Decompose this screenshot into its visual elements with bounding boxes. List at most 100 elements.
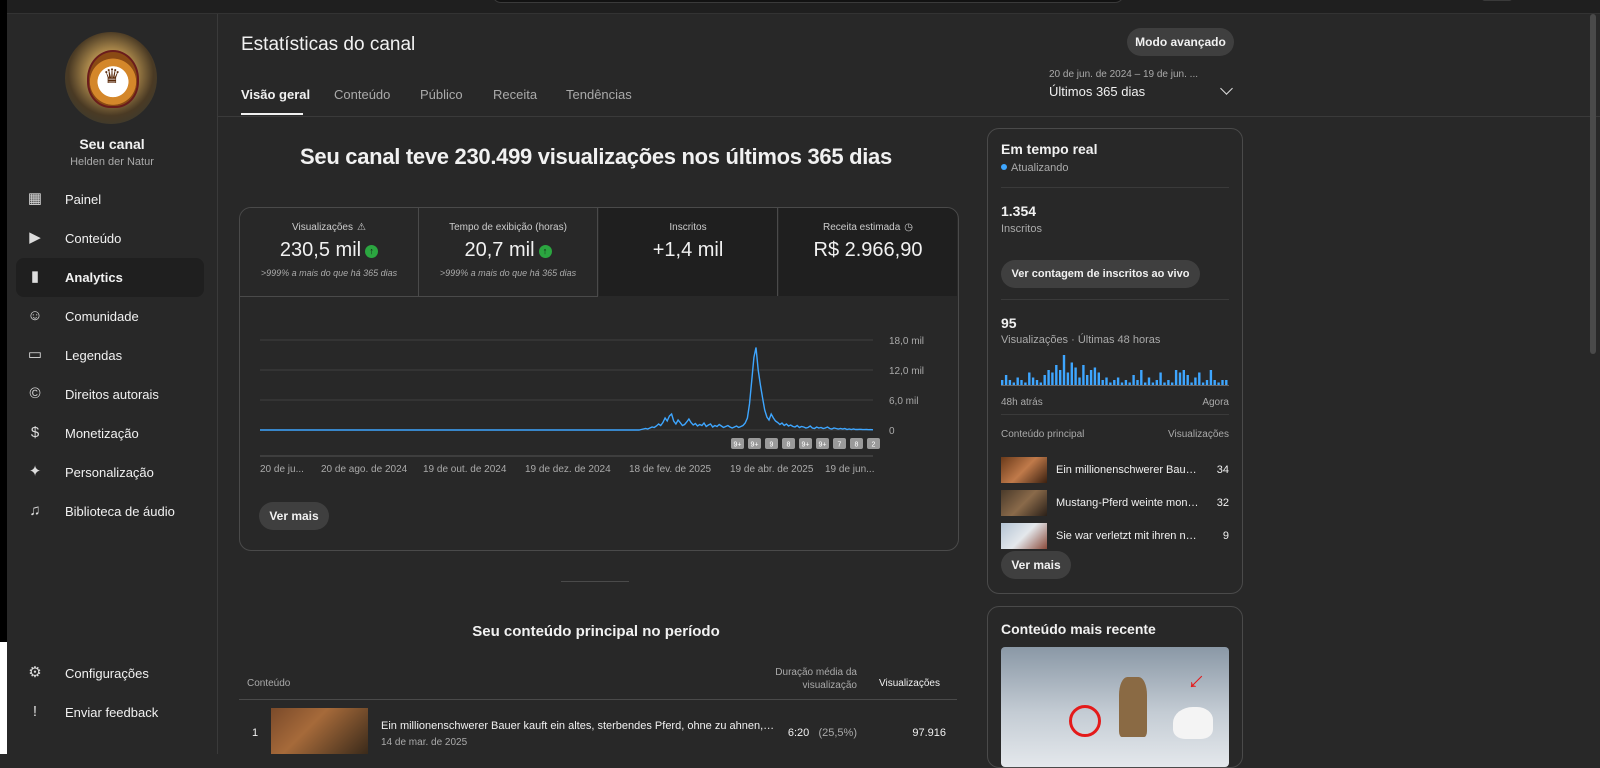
live-dot-icon bbox=[1001, 164, 1007, 170]
video-marker-label: 8 bbox=[855, 442, 859, 449]
tab-overview[interactable]: Visão geral bbox=[241, 87, 310, 102]
metric-revenue[interactable]: Receita estimada ◷ R$ 2.966,90 bbox=[779, 208, 957, 296]
search-bar[interactable] bbox=[492, 0, 1124, 3]
metric-subscribers[interactable]: Inscritos +1,4 mil bbox=[599, 208, 778, 296]
video-title: Ein millionenschwerer Bauer... bbox=[1056, 464, 1201, 476]
views-line-chart[interactable]: 18,0 mil 12,0 mil 6,0 mil 0 9+ 9+ 9 8 9+ 9+ 7 8 2 20 … bbox=[240, 296, 958, 486]
realtime-bar bbox=[1198, 372, 1201, 385]
realtime-bar-chart[interactable] bbox=[1001, 351, 1229, 387]
sidebar-item-label: Enviar feedback bbox=[65, 705, 159, 720]
sidebar-item-audio-library[interactable]: ♫ Biblioteca de áudio bbox=[16, 492, 204, 531]
realtime-views-label: Visualizações · Últimas 48 horas bbox=[1001, 334, 1161, 346]
realtime-bar bbox=[1020, 380, 1023, 385]
section-divider bbox=[561, 581, 629, 582]
recent-video-thumbnail[interactable]: ↓ bbox=[1001, 647, 1229, 767]
sidebar-item-label: Comunidade bbox=[65, 309, 139, 324]
live-subscriber-count-button[interactable]: Ver contagem de inscritos ao vivo bbox=[1001, 260, 1200, 288]
metric-title: Inscritos bbox=[669, 222, 707, 233]
realtime-status: Atualizando bbox=[1011, 162, 1069, 174]
realtime-bar bbox=[1225, 380, 1228, 385]
top-content-label: Conteúdo principal bbox=[1001, 429, 1085, 440]
realtime-bar bbox=[1070, 362, 1073, 385]
x-tick-label: 19 de abr. de 2025 bbox=[730, 464, 814, 475]
thumbnail-wolf bbox=[1173, 707, 1213, 739]
y-tick-label: 12,0 mil bbox=[889, 366, 924, 377]
table-row[interactable]: 1 Ein millionenschwerer Bauer kauft ein … bbox=[239, 706, 957, 754]
tab-trends[interactable]: Tendências bbox=[566, 87, 632, 102]
top-right-control[interactable] bbox=[1482, 0, 1512, 1]
sidebar-item-content[interactable]: ▶ Conteúdo bbox=[16, 219, 204, 258]
metric-watch-time[interactable]: Tempo de exibição (horas) 20,7 mil ↑ >999… bbox=[419, 208, 598, 297]
content-icon: ▶ bbox=[29, 229, 41, 246]
sidebar-item-label: Legendas bbox=[65, 348, 123, 363]
sidebar-item-label: Painel bbox=[65, 192, 102, 207]
copyright-icon: © bbox=[29, 385, 41, 402]
list-item[interactable]: Ein millionenschwerer Bauer... 34 bbox=[1001, 457, 1229, 483]
sidebar-item-magic-wand[interactable]: ✦ Personalização bbox=[16, 453, 204, 492]
sidebar-item-community[interactable]: ☺ Comunidade bbox=[16, 297, 204, 336]
realtime-bar bbox=[1031, 377, 1035, 385]
y-tick-label: 0 bbox=[889, 426, 895, 437]
sidebar-item-feedback[interactable]: ! Enviar feedback bbox=[16, 693, 204, 732]
col-duration[interactable]: Duração média da visualização bbox=[759, 666, 857, 692]
sidebar-item-copyright[interactable]: © Direitos autorais bbox=[16, 375, 204, 414]
realtime-bar bbox=[1043, 375, 1046, 385]
tab-audience[interactable]: Público bbox=[420, 87, 463, 102]
clock-icon: ◷ bbox=[904, 222, 913, 233]
advanced-mode-button[interactable]: Modo avançado bbox=[1127, 28, 1234, 56]
realtime-bar bbox=[1116, 377, 1120, 385]
see-more-button[interactable]: Ver mais bbox=[259, 502, 329, 530]
realtime-subs-label: Inscritos bbox=[1001, 223, 1042, 235]
y-tick-label: 6,0 mil bbox=[889, 396, 918, 407]
edge-panel bbox=[0, 642, 7, 754]
realtime-bar bbox=[1059, 370, 1062, 385]
tab-revenue[interactable]: Receita bbox=[493, 87, 537, 102]
channel-avatar[interactable] bbox=[65, 32, 157, 124]
video-thumbnail bbox=[1001, 523, 1047, 549]
dashboard-icon: ▦ bbox=[27, 190, 43, 207]
x-tick-label: 20 de ju... bbox=[260, 464, 304, 475]
realtime-bar bbox=[1147, 377, 1151, 385]
active-tab-indicator bbox=[241, 113, 303, 115]
realtime-bar bbox=[1062, 355, 1066, 385]
date-range-picker[interactable]: 20 de jun. de 2024 – 19 de jun. ... Últi… bbox=[1049, 69, 1249, 99]
realtime-bar bbox=[1151, 382, 1155, 385]
axis-start-label: 48h atrás bbox=[1001, 397, 1043, 408]
metric-title: Receita estimada bbox=[823, 222, 901, 233]
sidebar-item-gear[interactable]: ⚙ Configurações bbox=[16, 654, 204, 693]
realtime-views-value: 95 bbox=[1001, 315, 1017, 331]
x-tick-label: 19 de dez. de 2024 bbox=[525, 464, 611, 475]
sidebar-item-dashboard[interactable]: ▦ Painel bbox=[16, 180, 204, 219]
sidebar-item-label: Configurações bbox=[65, 666, 149, 681]
realtime-bar bbox=[1163, 382, 1166, 385]
realtime-bar bbox=[1097, 372, 1100, 385]
sidebar-item-dollar[interactable]: $ Monetização bbox=[16, 414, 204, 453]
warning-icon: ⚠ bbox=[357, 222, 366, 233]
list-item[interactable]: Sie war verletzt mit ihren neu... 9 bbox=[1001, 523, 1229, 549]
video-title[interactable]: Ein millionenschwerer Bauer kauft ein al… bbox=[381, 720, 776, 732]
left-edge bbox=[0, 0, 7, 754]
analytics-icon: ▮ bbox=[30, 268, 40, 285]
x-tick-label: 20 de ago. de 2024 bbox=[321, 464, 408, 475]
video-thumbnail[interactable] bbox=[271, 708, 368, 754]
axis-end-label: Agora bbox=[1202, 397, 1229, 408]
sidebar-item-analytics[interactable]: ▮ Analytics bbox=[16, 258, 204, 297]
col-views[interactable]: Visualizações bbox=[879, 678, 940, 689]
tab-content[interactable]: Conteúdo bbox=[334, 87, 390, 102]
list-item[interactable]: Mustang-Pferd weinte mona... 32 bbox=[1001, 490, 1229, 516]
realtime-bar bbox=[1012, 382, 1015, 385]
sidebar-item-label: Personalização bbox=[65, 465, 154, 480]
realtime-see-more-button[interactable]: Ver mais bbox=[1001, 551, 1071, 579]
scrollbar[interactable] bbox=[1590, 14, 1596, 354]
realtime-bar bbox=[1035, 380, 1039, 385]
x-tick-label: 19 de jun... bbox=[825, 464, 874, 475]
channel-name: Seu canal bbox=[79, 136, 145, 152]
red-arrow-icon: ↓ bbox=[1182, 664, 1214, 696]
video-views: 32 bbox=[1216, 497, 1229, 509]
video-views: 97.916 bbox=[912, 727, 946, 739]
sidebar-item-subtitles[interactable]: ▭ Legendas bbox=[16, 336, 204, 375]
realtime-bar bbox=[1120, 382, 1124, 385]
realtime-bar bbox=[1028, 372, 1031, 385]
metric-views[interactable]: Visualizações ⚠ 230,5 mil ↑ >999% a mais d… bbox=[240, 208, 419, 297]
sidebar-item-label: Monetização bbox=[65, 426, 139, 441]
